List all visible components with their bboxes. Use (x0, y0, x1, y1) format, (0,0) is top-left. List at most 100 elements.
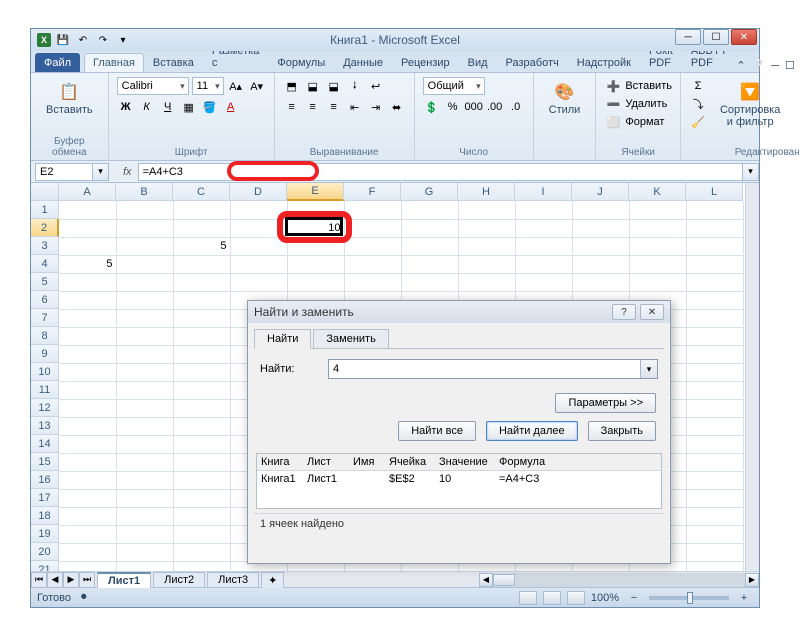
cell-G4[interactable] (401, 255, 458, 273)
tab-nav-first[interactable]: ⏮ (31, 572, 47, 588)
styles-button[interactable]: 🎨 Стили (542, 77, 588, 119)
cell-J3[interactable] (572, 237, 629, 255)
row-header-1[interactable]: 1 (31, 201, 59, 219)
row-header-8[interactable]: 8 (31, 327, 59, 345)
cell-F3[interactable] (344, 237, 401, 255)
align-middle-icon[interactable]: ⬓ (304, 77, 322, 95)
col-header-L[interactable]: L (686, 183, 743, 201)
cell-K2[interactable] (629, 219, 686, 237)
cell-E1[interactable] (287, 201, 344, 219)
dialog-tab-replace[interactable]: Заменить (313, 329, 388, 348)
cell-F5[interactable] (344, 273, 401, 291)
cell-L4[interactable] (686, 255, 743, 273)
col-header-H[interactable]: H (458, 183, 515, 201)
close-dialog-button[interactable]: Закрыть (588, 421, 656, 441)
cell-A5[interactable] (59, 273, 116, 291)
cell-L16[interactable] (686, 471, 743, 489)
decrease-font-icon[interactable]: A▾ (248, 77, 266, 95)
cell-L11[interactable] (686, 381, 743, 399)
row-header-20[interactable]: 20 (31, 543, 59, 561)
cell-J4[interactable] (572, 255, 629, 273)
currency-icon[interactable]: 💲 (423, 98, 441, 116)
cell-K3[interactable] (629, 237, 686, 255)
col-header-J[interactable]: J (572, 183, 629, 201)
increase-indent-icon[interactable]: ⇥ (367, 98, 385, 116)
cell-C11[interactable] (173, 381, 230, 399)
sheet-tab-2[interactable]: Лист2 (153, 572, 205, 587)
cell-L10[interactable] (686, 363, 743, 381)
cell-L21[interactable] (686, 561, 743, 571)
row-header-18[interactable]: 18 (31, 507, 59, 525)
zoom-slider[interactable] (649, 596, 729, 600)
tab-insert[interactable]: Вставка (144, 53, 203, 72)
col-header-K[interactable]: K (629, 183, 686, 201)
cell-L17[interactable] (686, 489, 743, 507)
cell-C14[interactable] (173, 435, 230, 453)
cell-L2[interactable] (686, 219, 743, 237)
horizontal-scrollbar[interactable]: ◀ ▶ (479, 573, 759, 587)
cell-C15[interactable] (173, 453, 230, 471)
cell-E4[interactable] (287, 255, 344, 273)
tab-nav-last[interactable]: ⏭ (79, 572, 95, 588)
inc-decimal-icon[interactable]: .00 (486, 98, 504, 116)
cell-A15[interactable] (59, 453, 116, 471)
decrease-indent-icon[interactable]: ⇤ (346, 98, 364, 116)
tab-data[interactable]: Данные (334, 53, 392, 72)
cell-A1[interactable] (59, 201, 116, 219)
cell-C20[interactable] (173, 543, 230, 561)
cell-C18[interactable] (173, 507, 230, 525)
sheet-tab-3[interactable]: Лист3 (207, 572, 259, 587)
cell-A20[interactable] (59, 543, 116, 561)
cell-B12[interactable] (116, 399, 173, 417)
cell-A14[interactable] (59, 435, 116, 453)
col-header-I[interactable]: I (515, 183, 572, 201)
row-header-21[interactable]: 21 (31, 561, 59, 571)
cell-C4[interactable] (173, 255, 230, 273)
cell-A16[interactable] (59, 471, 116, 489)
cell-F1[interactable] (344, 201, 401, 219)
cell-A9[interactable] (59, 345, 116, 363)
tab-review[interactable]: Рецензир (392, 53, 459, 72)
cell-B21[interactable] (116, 561, 173, 571)
cell-C3[interactable]: 5 (173, 237, 230, 255)
cell-A18[interactable] (59, 507, 116, 525)
cell-B5[interactable] (116, 273, 173, 291)
fill-color-icon[interactable]: 🪣 (201, 98, 219, 116)
new-sheet-tab[interactable]: ✦ (261, 572, 284, 588)
cell-C2[interactable] (173, 219, 230, 237)
cell-B4[interactable] (116, 255, 173, 273)
clear-icon[interactable]: 🧹 (689, 113, 707, 131)
cell-E3[interactable] (287, 237, 344, 255)
hscroll-left[interactable]: ◀ (479, 573, 493, 587)
align-top-icon[interactable]: ⬒ (283, 77, 301, 95)
cell-K5[interactable] (629, 273, 686, 291)
name-box-dropdown[interactable]: ▾ (93, 163, 109, 181)
zoom-level[interactable]: 100% (591, 592, 619, 604)
qat-more[interactable]: ▾ (115, 32, 131, 48)
view-pagelayout-icon[interactable] (543, 591, 561, 605)
row-header-14[interactable]: 14 (31, 435, 59, 453)
cell-L14[interactable] (686, 435, 743, 453)
cell-C12[interactable] (173, 399, 230, 417)
cell-H1[interactable] (458, 201, 515, 219)
cell-E2[interactable]: 10 (287, 219, 344, 237)
cell-B7[interactable] (116, 309, 173, 327)
workbook-restore[interactable]: ☐ (785, 59, 795, 72)
row-header-12[interactable]: 12 (31, 399, 59, 417)
formula-input[interactable]: =A4+C3 (138, 163, 743, 181)
cell-I4[interactable] (515, 255, 572, 273)
cell-C6[interactable] (173, 291, 230, 309)
cell-K1[interactable] (629, 201, 686, 219)
align-right-icon[interactable]: ≡ (325, 98, 343, 116)
cell-K4[interactable] (629, 255, 686, 273)
col-header-F[interactable]: F (344, 183, 401, 201)
close-button[interactable]: ✕ (731, 29, 757, 45)
cell-G1[interactable] (401, 201, 458, 219)
cell-A2[interactable] (59, 219, 116, 237)
tab-formulas[interactable]: Формулы (268, 53, 334, 72)
cell-A17[interactable] (59, 489, 116, 507)
cell-D4[interactable] (230, 255, 287, 273)
fx-icon[interactable]: fx (123, 166, 132, 178)
align-bottom-icon[interactable]: ⬓ (325, 77, 343, 95)
dialog-tab-find[interactable]: Найти (254, 329, 311, 349)
